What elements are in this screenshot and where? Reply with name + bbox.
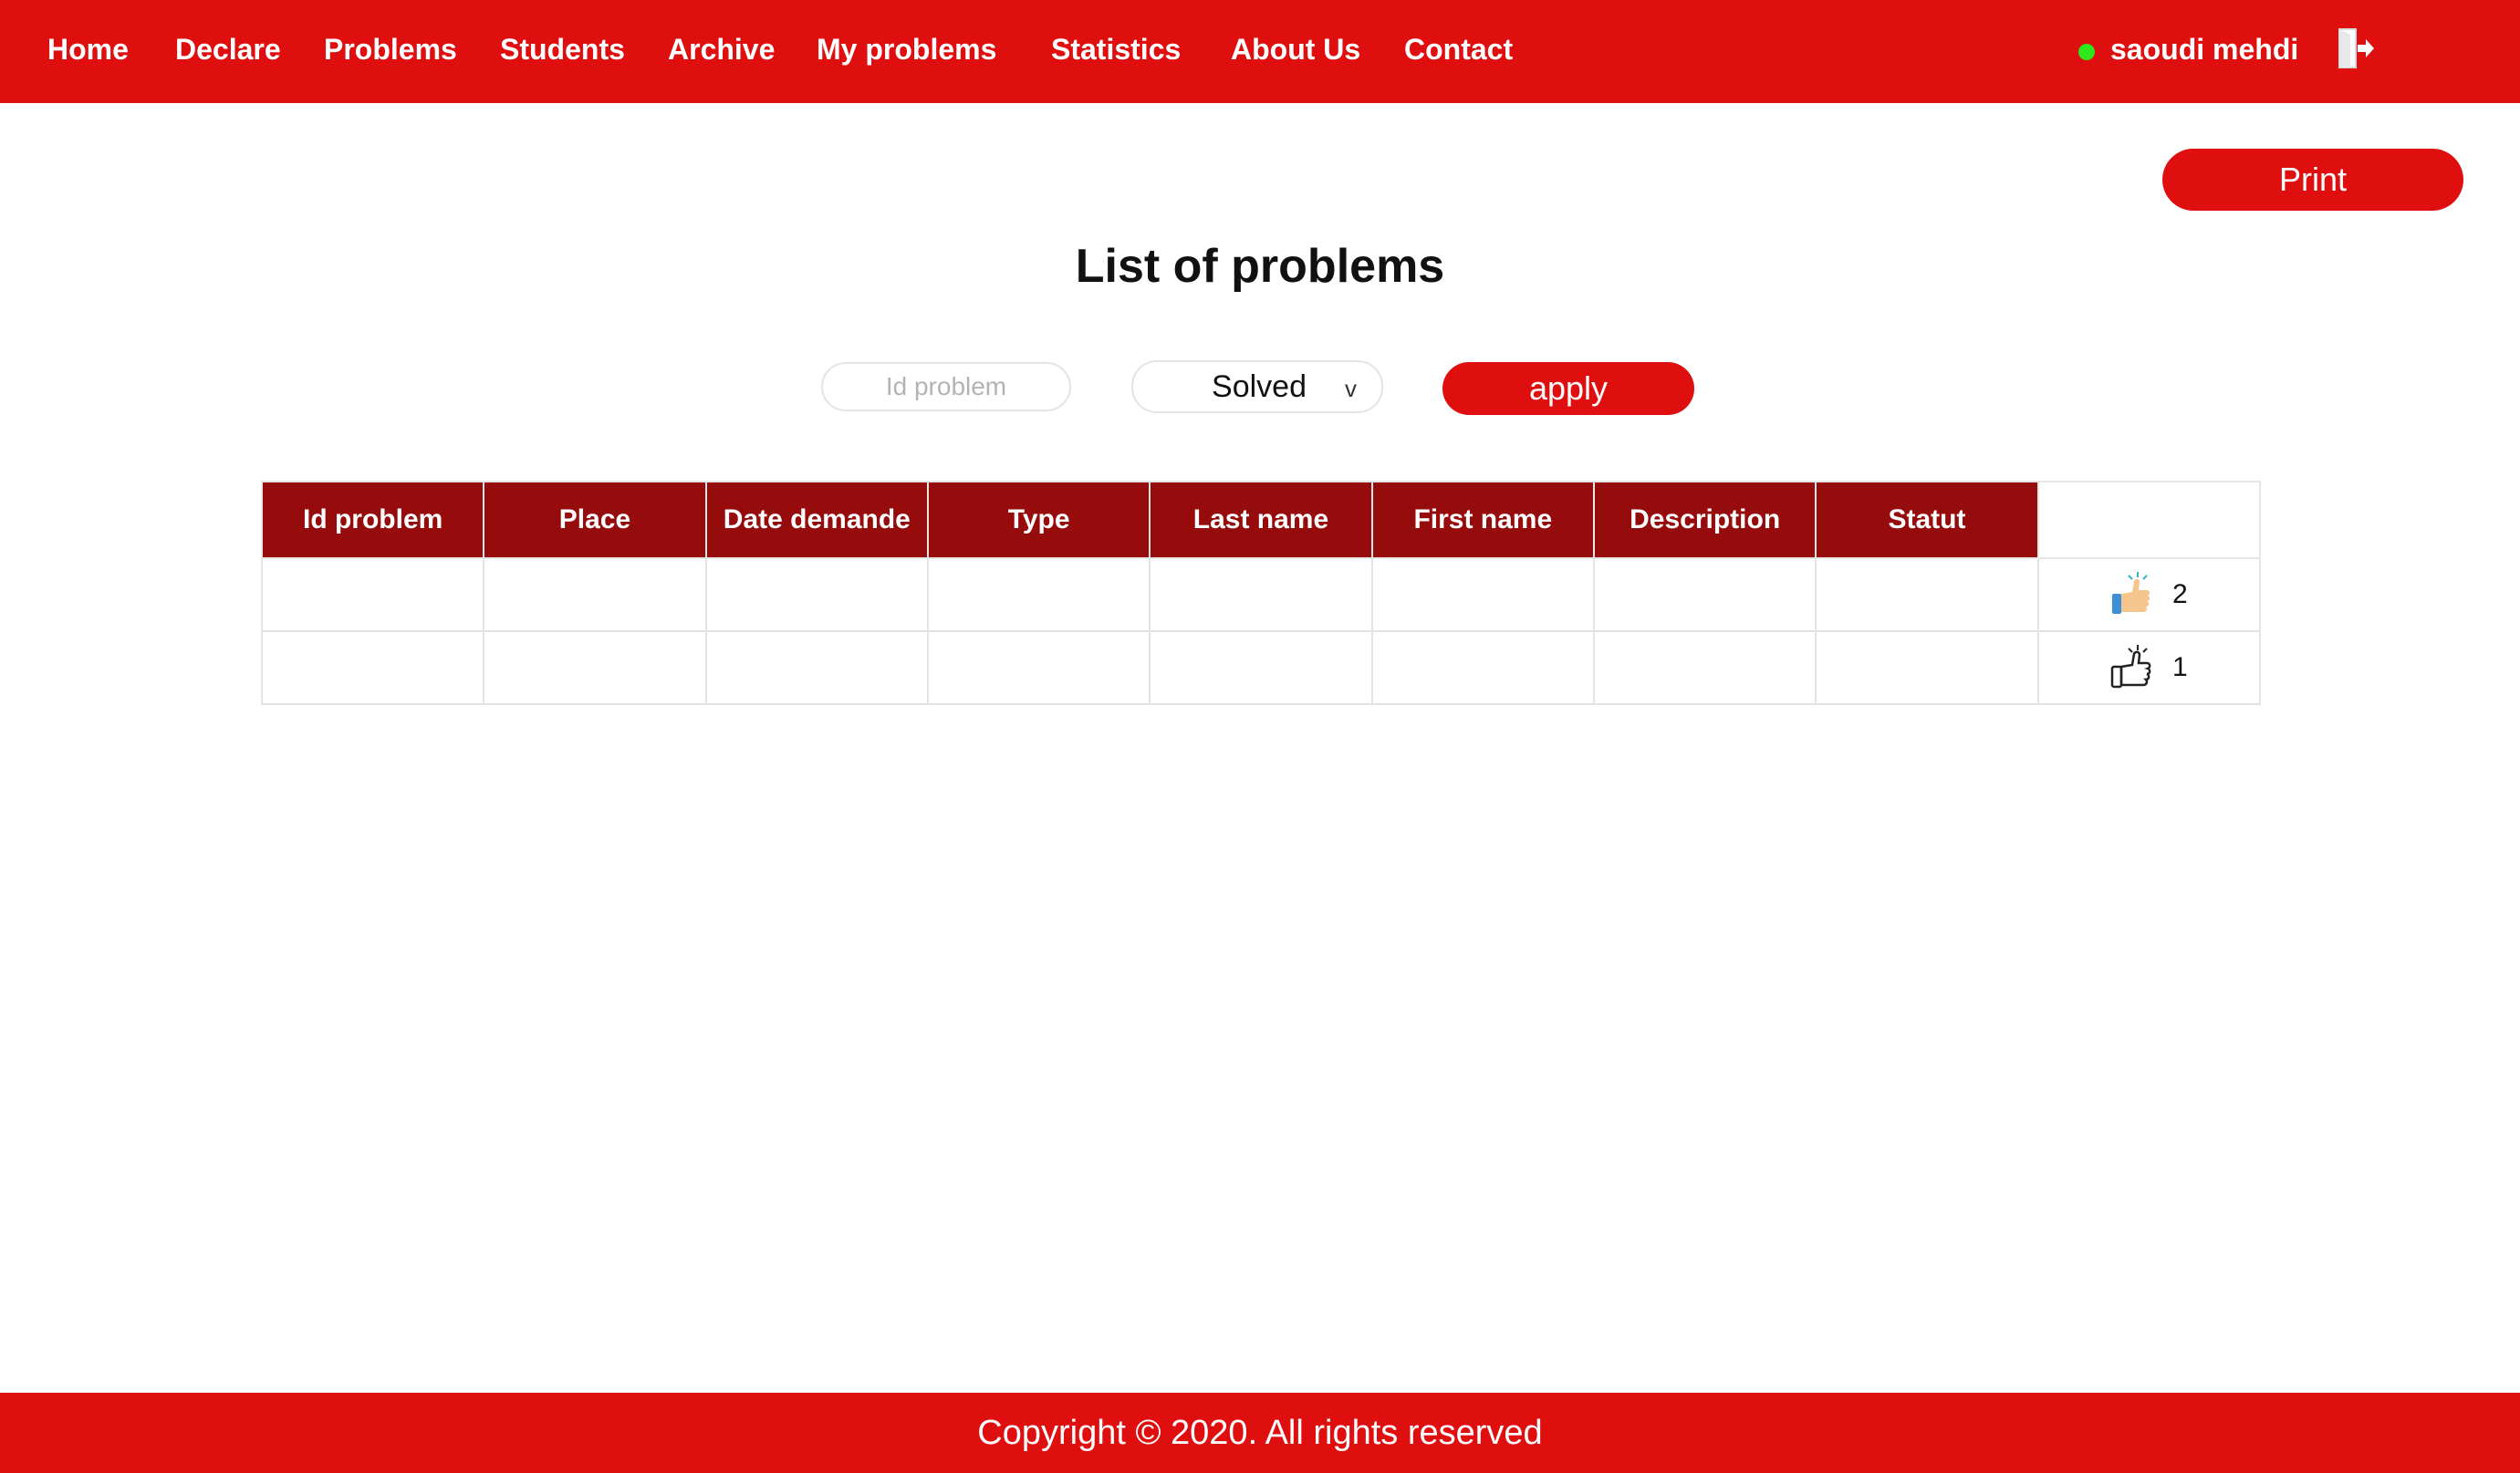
table-cell: [1592, 630, 1817, 705]
table-row: 2: [260, 557, 2262, 632]
column-header-place: Place: [483, 481, 707, 559]
table-cell: [1592, 557, 1817, 632]
print-button[interactable]: Print: [2162, 149, 2463, 211]
user-name[interactable]: saoudi mehdi: [2110, 0, 2298, 103]
thumbs-up-colored-icon[interactable]: [2110, 570, 2152, 620]
nav-students-link[interactable]: Students: [500, 0, 625, 103]
id-problem-input[interactable]: [821, 362, 1071, 411]
online-status-dot: [2078, 44, 2095, 60]
vote-cell: 2: [2036, 557, 2262, 632]
thumbs-up-outline-icon[interactable]: [2110, 643, 2152, 693]
table-cell: [1815, 630, 2039, 705]
column-header-last-name: Last name: [1149, 481, 1373, 559]
table-cell: [1149, 557, 1373, 632]
nav-declare-link[interactable]: Declare: [175, 0, 281, 103]
column-header-statut: Statut: [1815, 481, 2039, 559]
table-header-row: Id problem Place Date demande Type Last …: [260, 481, 2262, 559]
problems-table: Id problem Place Date demande Type Last …: [260, 481, 2262, 705]
nav-archive-link[interactable]: Archive: [668, 0, 775, 103]
table-cell: [1815, 557, 2039, 632]
status-select[interactable]: Solved v: [1131, 360, 1383, 413]
table-cell: [1149, 630, 1373, 705]
table-cell: [704, 630, 929, 705]
nav-statistics-link[interactable]: Statistics: [1051, 0, 1181, 103]
column-header-type: Type: [926, 481, 1151, 559]
nav-my-problems-link[interactable]: My problems: [817, 0, 996, 103]
column-header-description: Description: [1592, 481, 1817, 559]
nav-about-us-link[interactable]: About Us: [1231, 0, 1360, 103]
table-cell: [260, 630, 485, 705]
column-header-id-problem: Id problem: [260, 481, 485, 559]
nav-problems-link[interactable]: Problems: [324, 0, 457, 103]
nav-contact-link[interactable]: Contact: [1404, 0, 1513, 103]
logout-icon[interactable]: [2336, 27, 2376, 69]
vote-cell: 1: [2036, 630, 2262, 705]
table-row: 1: [260, 630, 2262, 705]
nav-home-link[interactable]: Home: [47, 0, 129, 103]
apply-button[interactable]: apply: [1442, 362, 1694, 415]
page-title: List of problems: [1075, 240, 1445, 293]
column-header-date-demande: Date demande: [704, 481, 929, 559]
top-navbar: Home Declare Problems Students Archive M…: [0, 0, 2520, 103]
table-cell: [1370, 630, 1595, 705]
column-header-votes: [2036, 481, 2262, 559]
vote-count: 2: [2171, 579, 2188, 609]
table-cell: [926, 630, 1151, 705]
table-cell: [483, 630, 707, 705]
table-cell: [260, 557, 485, 632]
table-cell: [704, 557, 929, 632]
table-cell: [1370, 557, 1595, 632]
column-header-first-name: First name: [1370, 481, 1595, 559]
footer-copyright: Copyright © 2020. All rights reserved: [0, 1393, 2520, 1473]
table-cell: [483, 557, 707, 632]
vote-count: 1: [2171, 652, 2188, 682]
chevron-down-icon: v: [1345, 375, 1357, 402]
table-cell: [926, 557, 1151, 632]
